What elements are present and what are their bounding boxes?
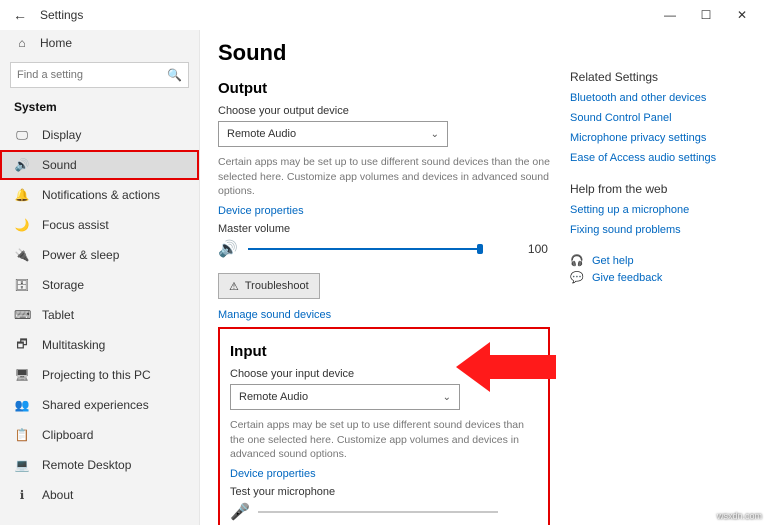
sidebar-heading: System	[0, 96, 199, 120]
chevron-down-icon: ⌄	[431, 129, 439, 140]
sidebar-item-clipboard[interactable]: 📋Clipboard	[0, 420, 199, 450]
related-link[interactable]: Microphone privacy settings	[570, 132, 750, 144]
shared-icon: 👥	[14, 398, 30, 412]
output-device-select[interactable]: Remote Audio ⌄	[218, 121, 448, 147]
manage-output-devices-link[interactable]: Manage sound devices	[218, 309, 550, 321]
maximize-button[interactable]: ☐	[688, 8, 724, 22]
home-icon: ⌂	[14, 36, 30, 50]
master-volume-value: 100	[528, 242, 548, 256]
clipboard-icon: 📋	[14, 428, 30, 442]
search-icon: 🔍	[167, 68, 182, 82]
remote-icon: 💻	[14, 458, 30, 472]
output-device-properties-link[interactable]: Device properties	[218, 205, 550, 217]
help-link[interactable]: Fixing sound problems	[570, 224, 750, 236]
master-volume-label: Master volume	[218, 223, 550, 235]
sidebar-search[interactable]: 🔍	[10, 62, 189, 88]
input-heading: Input	[230, 343, 538, 360]
output-heading: Output	[218, 80, 550, 97]
sidebar-item-tablet[interactable]: ⌨Tablet	[0, 300, 199, 330]
warning-icon: ⚠	[229, 280, 239, 293]
page-title: Sound	[218, 40, 550, 66]
sidebar-item-projecting[interactable]: 🖥Projecting to this PC	[0, 360, 199, 390]
related-link[interactable]: Sound Control Panel	[570, 112, 750, 124]
power-icon: 🔌	[14, 248, 30, 262]
speaker-icon: 🔊	[218, 239, 238, 259]
headset-icon: 🎧	[570, 254, 584, 267]
related-settings-heading: Related Settings	[570, 70, 750, 84]
input-device-select[interactable]: Remote Audio ⌄	[230, 384, 460, 410]
sidebar-home-label: Home	[40, 36, 72, 50]
sidebar-item-storage[interactable]: 🗄Storage	[0, 270, 199, 300]
right-panel: Related Settings Bluetooth and other dev…	[570, 40, 750, 525]
sidebar-home[interactable]: ⌂ Home	[0, 30, 199, 56]
titlebar: ← Settings — ☐ ✕	[0, 0, 768, 30]
multitasking-icon: 🗗	[14, 335, 30, 356]
help-link[interactable]: Setting up a microphone	[570, 204, 750, 216]
sidebar-item-remote[interactable]: 💻Remote Desktop	[0, 450, 199, 480]
projecting-icon: 🖥	[14, 368, 30, 382]
test-mic-label: Test your microphone	[230, 486, 538, 498]
tablet-icon: ⌨	[14, 308, 30, 322]
sidebar-item-sound[interactable]: 🔊Sound	[0, 150, 199, 180]
sidebar-item-about[interactable]: ℹAbout	[0, 480, 199, 510]
related-link[interactable]: Bluetooth and other devices	[570, 92, 750, 104]
display-icon: 🖵	[14, 128, 30, 143]
help-from-web-heading: Help from the web	[570, 182, 750, 196]
window-title: Settings	[40, 8, 83, 22]
give-feedback-link[interactable]: 💬 Give feedback	[570, 271, 750, 284]
mic-level-bar	[258, 511, 498, 513]
sidebar-item-power[interactable]: 🔌Power & sleep	[0, 240, 199, 270]
sidebar-item-shared[interactable]: 👥Shared experiences	[0, 390, 199, 420]
sidebar-item-display[interactable]: 🖵Display	[0, 120, 199, 150]
notifications-icon: 🔔	[14, 188, 30, 202]
sidebar: ⌂ Home 🔍 System 🖵Display 🔊Sound 🔔Notific…	[0, 30, 200, 525]
sidebar-item-notifications[interactable]: 🔔Notifications & actions	[0, 180, 199, 210]
feedback-icon: 💬	[570, 271, 584, 284]
output-device-value: Remote Audio	[227, 128, 296, 140]
input-device-value: Remote Audio	[239, 391, 308, 403]
chevron-down-icon: ⌄	[443, 392, 451, 403]
storage-icon: 🗄	[14, 278, 30, 292]
output-troubleshoot-button[interactable]: ⚠ Troubleshoot	[218, 273, 320, 299]
input-section-highlight: Input Choose your input device Remote Au…	[218, 327, 550, 525]
sidebar-items: 🖵Display 🔊Sound 🔔Notifications & actions…	[0, 120, 199, 510]
sidebar-item-focus-assist[interactable]: 🌙Focus assist	[0, 210, 199, 240]
focus-assist-icon: 🌙	[14, 218, 30, 232]
input-device-label: Choose your input device	[230, 368, 538, 380]
related-link[interactable]: Ease of Access audio settings	[570, 152, 750, 164]
sidebar-item-multitasking[interactable]: 🗗Multitasking	[0, 330, 199, 360]
get-help-link[interactable]: 🎧 Get help	[570, 254, 750, 267]
output-device-label: Choose your output device	[218, 105, 550, 117]
search-input[interactable]	[17, 69, 167, 81]
master-volume-slider[interactable]	[248, 242, 478, 256]
input-device-properties-link[interactable]: Device properties	[230, 468, 538, 480]
sound-icon: 🔊	[14, 158, 30, 172]
microphone-icon: 🎤	[230, 502, 250, 522]
watermark: wsxdn.com	[717, 511, 762, 521]
input-help-text: Certain apps may be set up to use differ…	[230, 418, 538, 462]
about-icon: ℹ	[14, 488, 30, 502]
close-button[interactable]: ✕	[724, 8, 760, 22]
output-help-text: Certain apps may be set up to use differ…	[218, 155, 550, 199]
minimize-button[interactable]: —	[652, 8, 688, 22]
content: Sound Output Choose your output device R…	[218, 40, 570, 525]
back-button[interactable]: ←	[8, 7, 32, 23]
